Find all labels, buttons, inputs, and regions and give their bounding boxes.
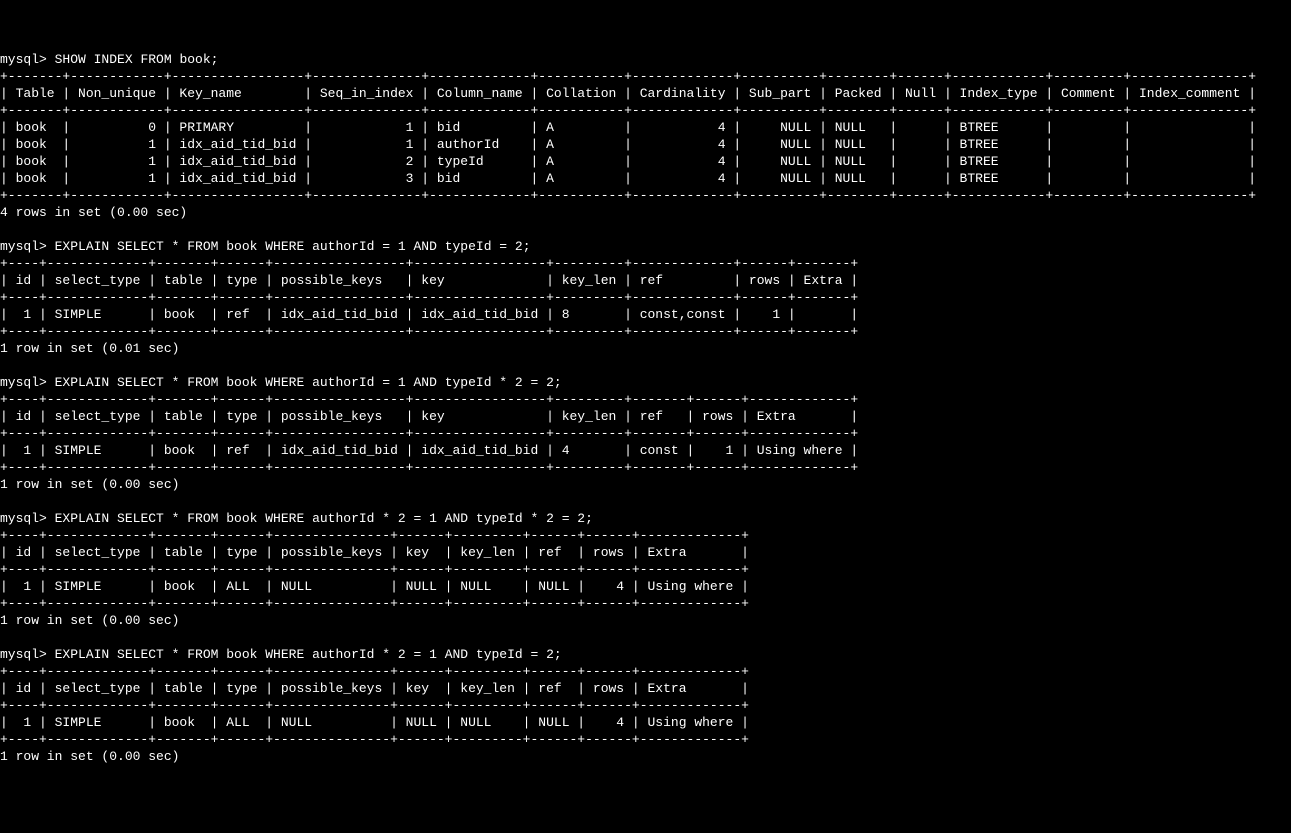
table-border: +----+-------------+-------+------+-----… [0, 426, 858, 441]
sql-command: EXPLAIN SELECT * FROM book WHERE authorI… [55, 647, 562, 662]
table-border: +-------+------------+-----------------+… [0, 103, 1256, 118]
table-border: +----+-------------+-------+------+-----… [0, 596, 749, 611]
table-border: +----+-------------+-------+------+-----… [0, 460, 858, 475]
table-row: | book | 1 | idx_aid_tid_bid | 2 | typeI… [0, 154, 1256, 169]
sql-command: EXPLAIN SELECT * FROM book WHERE authorI… [55, 375, 562, 390]
table-header: | id | select_type | table | type | poss… [0, 545, 749, 560]
table-border: +----+-------------+-------+------+-----… [0, 698, 749, 713]
result-footer: 4 rows in set (0.00 sec) [0, 205, 187, 220]
table-header: | id | select_type | table | type | poss… [0, 409, 858, 424]
table-border: +-------+------------+-----------------+… [0, 188, 1256, 203]
sql-command: SHOW INDEX FROM book; [55, 52, 219, 67]
prompt: mysql> [0, 647, 47, 662]
table-row: | 1 | SIMPLE | book | ALL | NULL | NULL … [0, 579, 749, 594]
terminal-output: mysql> SHOW INDEX FROM book; +-------+--… [0, 51, 1291, 765]
table-border: +----+-------------+-------+------+-----… [0, 324, 858, 339]
table-row: | 1 | SIMPLE | book | ref | idx_aid_tid_… [0, 307, 858, 322]
table-border: +----+-------------+-------+------+-----… [0, 392, 858, 407]
table-border: +----+-------------+-------+------+-----… [0, 562, 749, 577]
table-border: +----+-------------+-------+------+-----… [0, 664, 749, 679]
table-row: | book | 0 | PRIMARY | 1 | bid | A | 4 |… [0, 120, 1256, 135]
prompt: mysql> [0, 375, 47, 390]
table-row: | book | 1 | idx_aid_tid_bid | 1 | autho… [0, 137, 1256, 152]
result-footer: 1 row in set (0.00 sec) [0, 477, 179, 492]
table-border: +----+-------------+-------+------+-----… [0, 528, 749, 543]
sql-command: EXPLAIN SELECT * FROM book WHERE authorI… [55, 239, 531, 254]
table-border: +----+-------------+-------+------+-----… [0, 256, 858, 271]
table-border: +-------+------------+-----------------+… [0, 69, 1256, 84]
sql-command: EXPLAIN SELECT * FROM book WHERE authorI… [55, 511, 593, 526]
table-header: | id | select_type | table | type | poss… [0, 681, 749, 696]
table-row: | 1 | SIMPLE | book | ALL | NULL | NULL … [0, 715, 749, 730]
table-header: | Table | Non_unique | Key_name | Seq_in… [0, 86, 1256, 101]
table-row: | 1 | SIMPLE | book | ref | idx_aid_tid_… [0, 443, 858, 458]
result-footer: 1 row in set (0.00 sec) [0, 613, 179, 628]
table-border: +----+-------------+-------+------+-----… [0, 290, 858, 305]
prompt: mysql> [0, 511, 47, 526]
table-row: | book | 1 | idx_aid_tid_bid | 3 | bid |… [0, 171, 1256, 186]
table-border: +----+-------------+-------+------+-----… [0, 732, 749, 747]
result-footer: 1 row in set (0.00 sec) [0, 749, 179, 764]
table-header: | id | select_type | table | type | poss… [0, 273, 858, 288]
prompt: mysql> [0, 239, 47, 254]
prompt: mysql> [0, 52, 47, 67]
result-footer: 1 row in set (0.01 sec) [0, 341, 179, 356]
